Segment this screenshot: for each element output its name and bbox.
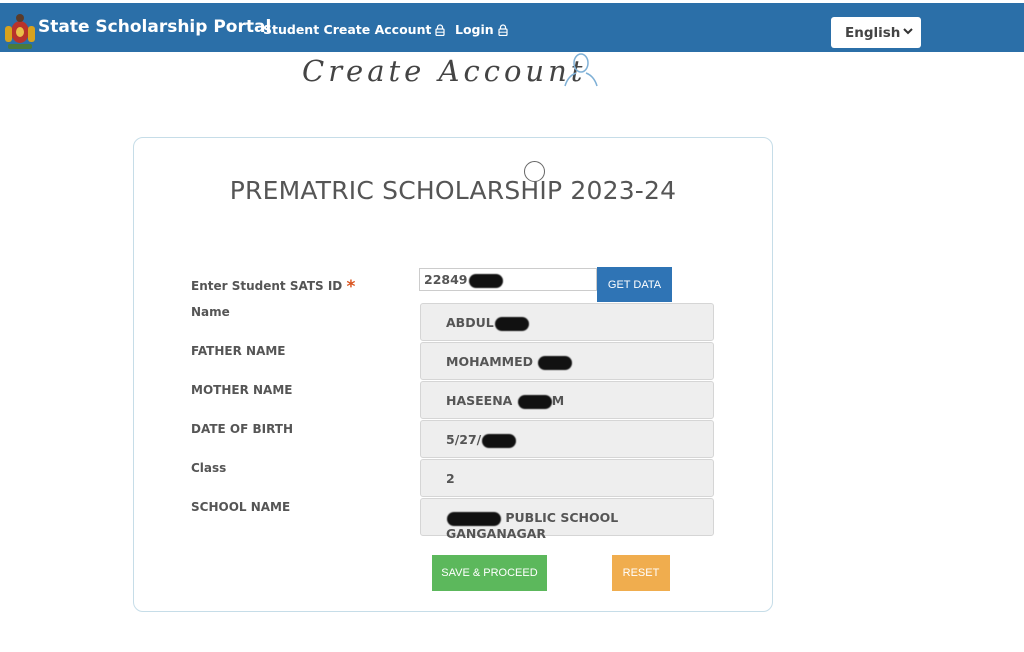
dob-label: DATE OF BIRTH xyxy=(191,422,293,436)
language-selected: English xyxy=(845,24,901,41)
redacted-text xyxy=(468,273,503,288)
father-name-label: FATHER NAME xyxy=(191,344,286,358)
dob-field[interactable]: 5/27/ xyxy=(420,420,714,458)
field-value: 2 xyxy=(446,471,455,486)
form-title: PREMATRIC SCHOLARSHIP 2023-24 xyxy=(229,176,677,205)
mother-name-label: MOTHER NAME xyxy=(191,383,293,397)
reset-button[interactable]: RESET xyxy=(612,555,670,591)
sats-id-input[interactable]: 22849 xyxy=(419,268,597,291)
class-label: Class xyxy=(191,461,227,475)
school-name-field[interactable]: PUBLIC SCHOOL GANGANAGAR xyxy=(420,498,714,541)
redacted-text xyxy=(482,433,517,448)
state-emblem-icon xyxy=(5,14,35,49)
redacted-text xyxy=(494,316,529,331)
field-value: 5/27/ xyxy=(446,432,482,447)
field-value: ABDUL xyxy=(446,315,494,330)
nav-student-create-account[interactable]: Student Create Account xyxy=(263,22,446,37)
redacted-text xyxy=(517,394,552,409)
input-value: 22849 xyxy=(424,272,468,287)
nav-login[interactable]: Login xyxy=(455,22,508,37)
lock-icon xyxy=(498,23,508,36)
school-name-label: SCHOOL NAME xyxy=(191,500,291,514)
name-label: Name xyxy=(191,305,230,319)
redacted-text xyxy=(538,355,573,370)
get-data-button[interactable]: GET DATA xyxy=(597,267,672,302)
chevron-down-icon xyxy=(903,28,913,35)
mother-name-field[interactable]: HASEENA M xyxy=(420,381,714,419)
nav-label: Login xyxy=(455,22,494,37)
user-outline-icon xyxy=(564,53,598,87)
top-navbar: State Scholarship Portal Student Create … xyxy=(0,3,1024,52)
page-title: Create Account xyxy=(302,54,587,88)
field-value: MOHAMMED xyxy=(446,354,538,369)
nav-label: Student Create Account xyxy=(263,22,432,37)
label-text: Enter Student SATS ID xyxy=(191,279,343,293)
name-field[interactable]: ABDUL xyxy=(420,303,714,341)
required-mark: * xyxy=(346,277,356,297)
father-name-field[interactable]: MOHAMMED xyxy=(420,342,714,380)
redacted-text xyxy=(447,511,501,526)
mouse-cursor-indicator xyxy=(524,161,545,182)
language-select[interactable]: English xyxy=(831,17,921,48)
save-proceed-button[interactable]: SAVE & PROCEED xyxy=(432,555,547,591)
field-value: HASEENA xyxy=(446,393,517,408)
lock-icon xyxy=(435,23,446,36)
field-value-suffix: M xyxy=(551,393,565,408)
sats-id-label: Enter Student SATS ID * xyxy=(191,275,356,297)
portal-brand[interactable]: State Scholarship Portal xyxy=(38,17,271,37)
class-field[interactable]: 2 xyxy=(420,459,714,497)
